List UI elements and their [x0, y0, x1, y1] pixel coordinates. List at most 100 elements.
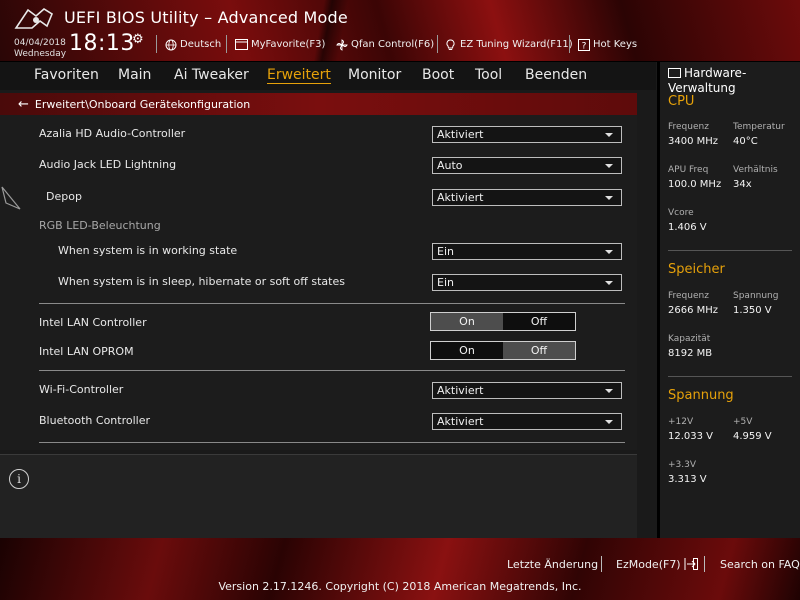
depop-dropdown[interactable]: Aktiviert: [432, 189, 622, 206]
tab-tool[interactable]: Tool: [475, 67, 502, 83]
audio-led-dropdown[interactable]: Auto: [432, 157, 622, 174]
breadcrumb-path: Erweitert\Onboard Gerätekonfiguration: [34, 97, 251, 111]
cpu-freq-value: 3400 MHz: [668, 136, 719, 147]
mem-volt-label: Spannung: [733, 291, 779, 301]
hw-monitor-title: Hardware-Verwaltung: [668, 66, 798, 96]
header-separator: [569, 35, 570, 53]
sleep-state-value: Ein: [437, 276, 454, 289]
ez-tuning-button[interactable]: EZ Tuning Wizard(F11): [444, 37, 573, 52]
main-nav: Favoriten Main Ai Tweaker Erweitert Moni…: [0, 62, 656, 90]
azalia-dropdown[interactable]: Aktiviert: [432, 126, 622, 143]
chevron-down-icon: [605, 389, 613, 393]
wifi-label: Wi-Fi-Controller: [39, 383, 124, 396]
depop-label: Depop: [46, 190, 82, 203]
audio-led-label: Audio Jack LED Lightning: [39, 158, 177, 171]
rgb-section-header: RGB LED-Beleuchtung: [39, 219, 161, 232]
apu-freq-value: 100.0 MHz: [668, 179, 722, 190]
working-state-value: Ein: [437, 245, 454, 258]
v5-label: +5V: [733, 417, 753, 427]
copyright-text: Version 2.17.1246. Copyright (C) 2018 Am…: [218, 580, 582, 593]
bluetooth-label: Bluetooth Controller: [39, 414, 151, 427]
mem-capacity-label: Kapazität: [668, 334, 711, 344]
v33-value: 3.313 V: [668, 474, 707, 485]
oprom-off-option[interactable]: Off: [503, 342, 575, 359]
language-label: Deutsch: [180, 39, 222, 50]
bluetooth-dropdown[interactable]: Aktiviert: [432, 413, 622, 430]
oprom-on-option[interactable]: On: [431, 342, 503, 359]
clock-time: 18:13: [69, 31, 135, 56]
chevron-down-icon: [605, 250, 613, 254]
last-change-button[interactable]: Letzte Änderung: [507, 558, 598, 571]
tab-boot[interactable]: Boot: [422, 67, 454, 83]
date-text: 04/04/2018: [14, 38, 66, 48]
myfavorite-label: MyFavorite(F3): [251, 39, 326, 50]
depop-value: Aktiviert: [437, 191, 484, 204]
help-panel: i: [0, 454, 637, 538]
hot-keys-button[interactable]: ? Hot Keys: [577, 37, 637, 52]
ratio-value: 34x: [733, 179, 752, 190]
date-display: 04/04/2018 Wednesday: [14, 38, 66, 60]
chevron-down-icon: [605, 196, 613, 200]
tab-favoriten[interactable]: Favoriten: [34, 67, 99, 83]
sleep-state-dropdown[interactable]: Ein: [432, 274, 622, 291]
cpu-temp-value: 40°C: [733, 136, 758, 147]
tab-main[interactable]: Main: [118, 67, 151, 83]
cpu-freq-label: Frequenz: [668, 122, 709, 132]
hw-divider: [668, 376, 792, 377]
ezmode-label: EzMode(F7): [616, 558, 681, 571]
tab-beenden[interactable]: Beenden: [525, 67, 587, 83]
tab-monitor[interactable]: Monitor: [348, 67, 401, 83]
working-state-dropdown[interactable]: Ein: [432, 243, 622, 260]
header-bar: UEFI BIOS Utility – Advanced Mode 04/04/…: [0, 0, 800, 62]
mem-volt-value: 1.350 V: [733, 305, 772, 316]
header-separator: [437, 35, 438, 53]
vcore-label: Vcore: [668, 208, 694, 218]
audio-led-value: Auto: [437, 159, 463, 172]
qfan-label: Qfan Control(F6): [351, 39, 435, 50]
lan-controller-toggle[interactable]: On Off: [430, 312, 576, 331]
settings-panel: Azalia HD Audio-Controller Aktiviert Aud…: [0, 115, 637, 450]
search-faq-button[interactable]: Search on FAQ: [720, 558, 800, 571]
rog-logo-icon: [14, 8, 53, 29]
footer-separator: [704, 556, 705, 572]
v33-label: +3.3V: [668, 460, 697, 470]
chevron-down-icon: [605, 420, 613, 424]
ratio-label: Verhältnis: [733, 165, 778, 175]
tab-erweitert[interactable]: Erweitert: [267, 67, 331, 84]
info-icon: i: [9, 469, 29, 489]
tab-ai-tweaker[interactable]: Ai Tweaker: [174, 67, 249, 83]
footer-separator: [601, 556, 602, 572]
footer-bar: Letzte Änderung EzMode(F7) Search on FAQ…: [0, 538, 800, 600]
language-button[interactable]: Deutsch: [164, 37, 221, 52]
lightbulb-icon: [444, 38, 457, 51]
arrow-left-icon[interactable]: ←: [18, 97, 29, 112]
lan-on-option[interactable]: On: [431, 313, 503, 330]
lan-controller-label: Intel LAN Controller: [39, 316, 147, 329]
weekday-text: Wednesday: [14, 49, 67, 59]
breadcrumb: ← Erweitert\Onboard Gerätekonfiguration: [0, 93, 637, 115]
v12-value: 12.033 V: [668, 431, 714, 442]
qfan-button[interactable]: Qfan Control(F6): [335, 37, 434, 52]
scroll-indicator-icon: [1, 186, 21, 210]
exit-icon: [684, 558, 699, 573]
lan-oprom-toggle[interactable]: On Off: [430, 341, 576, 360]
myfavorite-button[interactable]: MyFavorite(F3): [235, 37, 325, 52]
chevron-down-icon: [605, 164, 613, 168]
azalia-label: Azalia HD Audio-Controller: [39, 127, 186, 140]
vcore-value: 1.406 V: [668, 222, 707, 233]
wifi-dropdown[interactable]: Aktiviert: [432, 382, 622, 399]
globe-icon: [164, 38, 177, 51]
divider: [39, 303, 625, 304]
wifi-value: Aktiviert: [437, 384, 484, 397]
divider: [39, 370, 625, 371]
gear-icon[interactable]: ⚙: [132, 32, 144, 47]
sleep-state-label: When system is in sleep, hibernate or so…: [58, 275, 345, 288]
hw-divider: [668, 250, 792, 251]
cpu-temp-label: Temperatur: [733, 122, 785, 132]
header-separator: [156, 35, 157, 53]
ezmode-button[interactable]: EzMode(F7): [616, 558, 699, 573]
lan-off-option[interactable]: Off: [503, 313, 575, 330]
mem-freq-value: 2666 MHz: [668, 305, 719, 316]
divider: [39, 442, 625, 443]
app-title: UEFI BIOS Utility – Advanced Mode: [64, 8, 348, 27]
